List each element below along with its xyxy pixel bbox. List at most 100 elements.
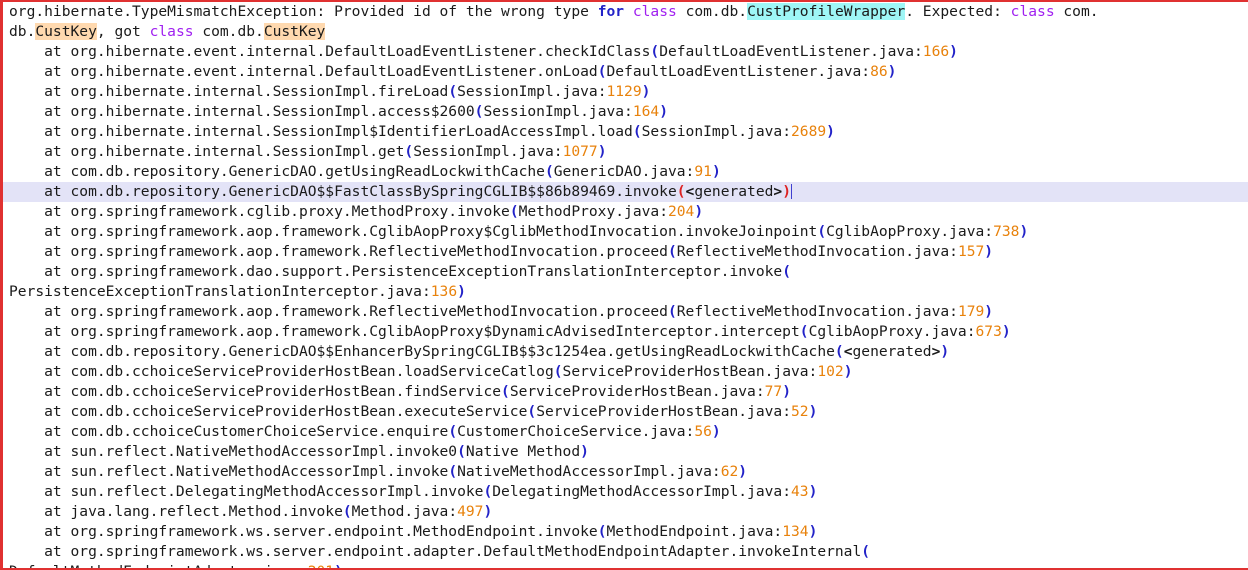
code-token: CustomerChoiceService.java: — [457, 423, 695, 440]
code-token: ( — [676, 183, 686, 200]
code-token: 497 — [457, 503, 484, 520]
code-token: < — [843, 343, 853, 360]
code-token: 673 — [975, 323, 1002, 340]
exception-message-line[interactable]: org.hibernate.TypeMismatchException: Pro… — [3, 2, 1248, 22]
code-token: ) — [940, 343, 950, 360]
stack-frame-line[interactable]: at com.db.repository.GenericDAO$$Enhance… — [3, 342, 1248, 362]
code-token: ( — [483, 483, 493, 500]
code-token: ( — [632, 123, 642, 140]
code-token: 134 — [782, 523, 809, 540]
stack-frame-line[interactable]: DefaultMethodEndpointAdapter.java:201) — [3, 562, 1248, 568]
code-token: at org.hibernate.internal.SessionImpl.fi… — [9, 83, 449, 100]
code-token: ( — [650, 43, 660, 60]
code-token: ( — [667, 303, 677, 320]
code-token: at org.hibernate.event.internal.DefaultL… — [9, 43, 651, 60]
code-token: at org.springframework.aop.framework.Cgl… — [9, 323, 800, 340]
stack-frame-line[interactable]: at com.db.cchoiceServiceProviderHostBean… — [3, 382, 1248, 402]
code-token: ) — [887, 63, 897, 80]
code-token: 1129 — [606, 83, 642, 100]
code-token: SessionImpl.java: — [457, 83, 607, 100]
code-token: MethodProxy.java: — [518, 203, 668, 220]
stack-frame-line[interactable]: at org.hibernate.internal.SessionImpl.fi… — [3, 82, 1248, 102]
code-token: at org.springframework.ws.server.endpoin… — [9, 523, 598, 540]
code-token: at com.db.cchoiceServiceProviderHostBean… — [9, 403, 528, 420]
code-token: ( — [544, 163, 554, 180]
code-token: SessionImpl.java: — [483, 103, 633, 120]
stack-frame-line[interactable]: at org.hibernate.internal.SessionImpl.ac… — [3, 102, 1248, 122]
code-token: ) — [483, 503, 493, 520]
code-token: class — [149, 23, 194, 40]
code-token: ServiceProviderHostBean.java: — [509, 383, 765, 400]
code-token: at org.springframework.aop.framework.Cgl… — [9, 223, 818, 240]
code-token: ( — [799, 323, 809, 340]
code-token: DefaultLoadEventListener.java: — [659, 43, 923, 60]
code-token: generated — [694, 183, 774, 200]
code-token: 52 — [791, 403, 809, 420]
code-token: PersistenceExceptionTranslationIntercept… — [9, 283, 431, 300]
stack-frame-line[interactable]: at org.springframework.dao.support.Persi… — [3, 262, 1248, 282]
code-token: GenericDAO.java: — [553, 163, 695, 180]
code-token: ( — [509, 203, 519, 220]
stack-frame-line[interactable]: at org.hibernate.internal.SessionImpl.ge… — [3, 142, 1248, 162]
code-token: at com.db.repository.GenericDAO$$FastCla… — [9, 183, 677, 200]
stack-frame-line[interactable]: at org.springframework.aop.framework.Cgl… — [3, 322, 1248, 342]
code-token: class — [632, 3, 677, 20]
code-token: 179 — [957, 303, 985, 320]
stack-frame-line[interactable]: at org.springframework.cglib.proxy.Metho… — [3, 202, 1248, 222]
code-token: CustKey — [35, 23, 97, 40]
stacktrace-viewer[interactable]: org.hibernate.TypeMismatchException: Pro… — [0, 0, 1248, 570]
code-token: ) — [782, 183, 792, 200]
code-token: Method.java: — [351, 503, 458, 520]
code-token: SessionImpl.java: — [413, 143, 563, 160]
code-token: ) — [597, 143, 607, 160]
stack-frame-line[interactable]: at com.db.repository.GenericDAO.getUsing… — [3, 162, 1248, 182]
code-token: ( — [667, 243, 677, 260]
code-token: 56 — [694, 423, 712, 440]
stack-frame-line[interactable]: at java.lang.reflect.Method.invoke(Metho… — [3, 502, 1248, 522]
code-token: 136 — [430, 283, 458, 300]
code-token: at org.hibernate.internal.SessionImpl$Id… — [9, 123, 633, 140]
code-token: ( — [817, 223, 827, 240]
stack-frame-line[interactable]: at com.db.cchoiceServiceProviderHostBean… — [3, 362, 1248, 382]
code-token: ) — [711, 163, 721, 180]
stack-frame-line[interactable]: at sun.reflect.NativeMethodAccessorImpl.… — [3, 462, 1248, 482]
stack-frame-line[interactable]: at org.hibernate.internal.SessionImpl$Id… — [3, 122, 1248, 142]
code-token: DefaultMethodEndpointAdapter.java: — [9, 563, 308, 568]
stack-frame-line[interactable]: at org.springframework.aop.framework.Ref… — [3, 242, 1248, 262]
code-token: ) — [457, 283, 466, 300]
code-token: 102 — [817, 363, 844, 380]
stack-frame-line[interactable]: at org.springframework.aop.framework.Ref… — [3, 302, 1248, 322]
code-token: 204 — [667, 203, 695, 220]
code-token: MethodEndpoint.java: — [606, 523, 783, 540]
stack-frame-line[interactable]: at com.db.cchoiceServiceProviderHostBean… — [3, 402, 1248, 422]
code-token: ( — [834, 343, 844, 360]
code-token: ) — [334, 563, 343, 568]
stack-frame-selected[interactable]: at com.db.repository.GenericDAO$$FastCla… — [3, 182, 1248, 202]
code-token: ( — [457, 443, 466, 460]
stack-frame-line[interactable]: PersistenceExceptionTranslationIntercept… — [3, 282, 1248, 302]
code-token: ) — [782, 383, 792, 400]
code-token: at sun.reflect.NativeMethodAccessorImpl.… — [9, 463, 449, 480]
stack-frame-line[interactable]: at org.springframework.ws.server.endpoin… — [3, 542, 1248, 562]
stack-frame-line[interactable]: at com.db.cchoiceCustomerChoiceService.e… — [3, 422, 1248, 442]
code-token: at sun.reflect.DelegatingMethodAccessorI… — [9, 483, 484, 500]
stack-frame-line[interactable]: at org.springframework.ws.server.endpoin… — [3, 522, 1248, 542]
code-text-area[interactable]: org.hibernate.TypeMismatchException: Pro… — [3, 2, 1248, 568]
code-token: at org.hibernate.event.internal.DefaultL… — [9, 63, 598, 80]
code-token: ( — [448, 423, 458, 440]
stack-frame-line[interactable]: at sun.reflect.NativeMethodAccessorImpl.… — [3, 442, 1248, 462]
code-token: ) — [711, 423, 721, 440]
code-token: ) — [984, 303, 994, 320]
stack-frame-line[interactable]: at sun.reflect.DelegatingMethodAccessorI… — [3, 482, 1248, 502]
code-token: at org.springframework.aop.framework.Ref… — [9, 303, 668, 320]
stack-frame-line[interactable]: at org.hibernate.event.internal.DefaultL… — [3, 42, 1248, 62]
code-token: ) — [580, 443, 589, 460]
code-token: ) — [843, 363, 853, 380]
code-token: ( — [448, 463, 458, 480]
stack-frame-line[interactable]: at org.hibernate.event.internal.DefaultL… — [3, 62, 1248, 82]
exception-message-line[interactable]: db.CustKey, got class com.db.CustKey — [3, 22, 1248, 42]
code-token: CglibAopProxy.java: — [808, 323, 976, 340]
code-token: ServiceProviderHostBean.java: — [536, 403, 791, 420]
stack-frame-line[interactable]: at org.springframework.aop.framework.Cgl… — [3, 222, 1248, 242]
